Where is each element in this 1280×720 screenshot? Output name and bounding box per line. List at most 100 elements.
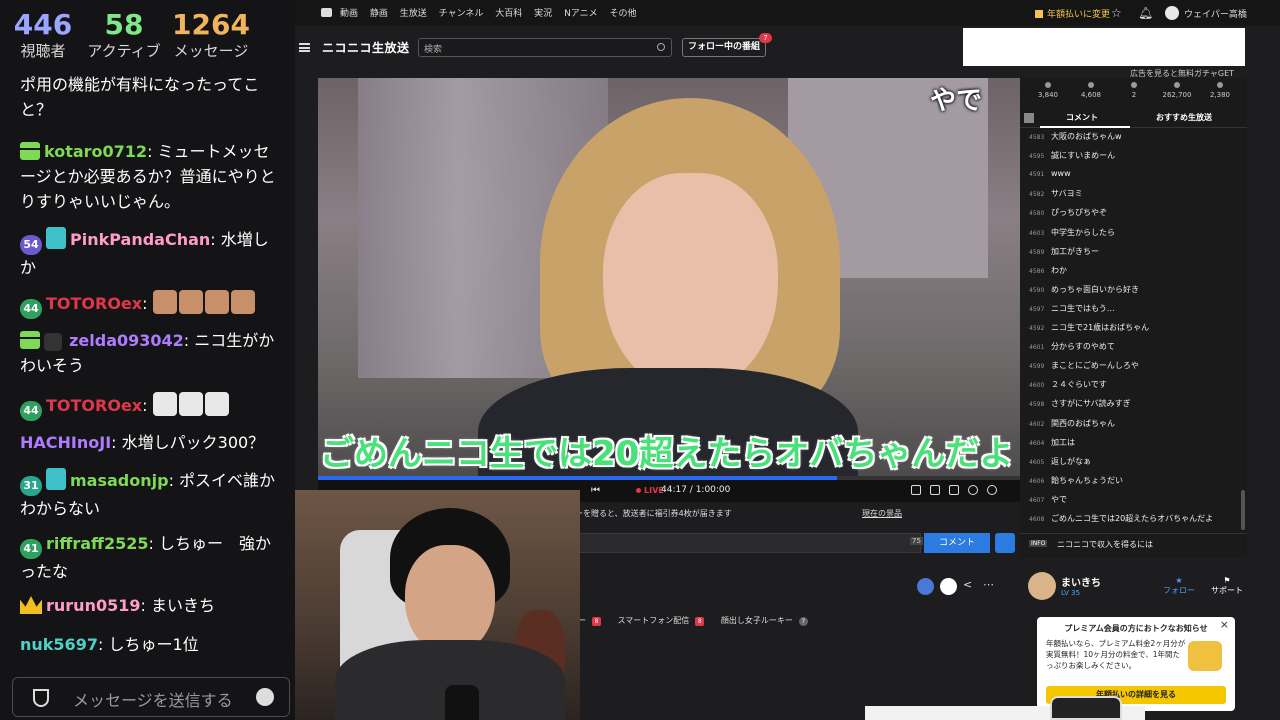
- video-player[interactable]: やで ごめんニコ生では20超えたらオバちゃんだよ: [318, 78, 1022, 476]
- comment-row[interactable]: 4600 ２４ぐらいです: [1029, 379, 1239, 398]
- streamer-name[interactable]: まいきち: [1061, 574, 1101, 589]
- comment-row[interactable]: 4580 ぴっちぴちやぞ: [1029, 207, 1239, 226]
- message-text: ポ用の機能が有料になったってこと？: [20, 75, 260, 119]
- emoji-icon[interactable]: [256, 688, 274, 706]
- message-username[interactable]: riffraff2525: [46, 534, 149, 553]
- comment-submit-button[interactable]: コメント: [924, 533, 990, 553]
- panel-icon[interactable]: [1024, 113, 1034, 123]
- webcam-overlay: [295, 490, 580, 720]
- stream-chat-overlay: 446 視聴者 58 アクティブ 1264 メッセージ ポ用の機能が有料になった…: [0, 0, 295, 720]
- comment-row[interactable]: 4589 加工がきちー: [1029, 246, 1239, 265]
- comment-row[interactable]: 4603 中学生からしたら: [1029, 227, 1239, 246]
- info-bar[interactable]: INFO ニコニコで収入を得るには: [1020, 533, 1247, 555]
- rewind-icon[interactable]: ⏮: [591, 485, 600, 496]
- comment-row[interactable]: 4598 さすがにサバ読みすぎ: [1029, 398, 1239, 417]
- tab-recommended[interactable]: おすすめ生放送: [1156, 112, 1212, 123]
- message-username[interactable]: kotaro0712: [44, 142, 147, 161]
- message-username[interactable]: TOTOROex: [46, 294, 142, 313]
- comment-number: 4598: [1029, 401, 1045, 409]
- comment-input[interactable]: [575, 533, 921, 553]
- comment-scrollbar[interactable]: [1241, 490, 1245, 530]
- bell-icon[interactable]: 🔔︎: [1138, 6, 1153, 20]
- user-avatar[interactable]: [1165, 6, 1179, 20]
- info-text[interactable]: ニコニコで収入を得るには: [1057, 539, 1153, 550]
- comment-row[interactable]: 4591 www: [1029, 169, 1239, 188]
- comment-row[interactable]: 4597 ニコ生ではもう…: [1029, 303, 1239, 322]
- hamburger-menu-icon[interactable]: [299, 43, 310, 52]
- chat-message: 54 PinkPandaChan: 水増しか: [20, 227, 278, 280]
- comment-row[interactable]: 4605 返しがなぁ: [1029, 456, 1239, 475]
- nav-item-more[interactable]: その他: [610, 9, 637, 19]
- chat-message: nuk5697: しちゅー1位: [20, 635, 199, 654]
- comment-text: 返しがなぁ: [1051, 456, 1091, 466]
- comment-row[interactable]: 4599 まことにごめーんしろや: [1029, 360, 1239, 379]
- comment-row[interactable]: 4601 分からすのやめて: [1029, 341, 1239, 360]
- message-username[interactable]: masadonjp: [70, 471, 169, 490]
- screen-mode-icon[interactable]: [930, 485, 940, 495]
- message-text: しちゅー1位: [108, 635, 199, 654]
- follow-button[interactable]: ★ フォロー: [1163, 576, 1195, 596]
- message-username[interactable]: rurun0519: [46, 596, 140, 615]
- emotion-icon[interactable]: [995, 533, 1015, 553]
- site-logo[interactable]: ニコニコ生放送: [322, 39, 410, 56]
- x-share-icon[interactable]: [940, 578, 957, 595]
- nav-item-anime[interactable]: Nアニメ: [564, 9, 598, 19]
- comment-toggle-icon[interactable]: [911, 485, 921, 495]
- close-icon[interactable]: ×: [1220, 618, 1229, 631]
- tag-item[interactable]: 顔出し女子ルーキー: [721, 615, 793, 626]
- message-username[interactable]: PinkPandaChan: [70, 230, 210, 249]
- program-tags: ー8 スマートフォン配信 8 顔出し女子ルーキー?: [578, 615, 822, 626]
- comment-row[interactable]: 4583 大阪のおばちゃんw: [1029, 131, 1239, 150]
- following-programs-button[interactable]: フォロー中の番組: [682, 38, 766, 57]
- more-icon[interactable]: ⋯: [983, 578, 1000, 595]
- stat-ads: 2,380: [1200, 82, 1240, 99]
- comment-row[interactable]: 4607 やで: [1029, 494, 1239, 513]
- comment-row[interactable]: 4586 わか: [1029, 265, 1239, 284]
- star-icon[interactable]: ☆: [1111, 6, 1122, 20]
- fullscreen-icon[interactable]: [949, 485, 959, 495]
- comment-row[interactable]: 4608 ごめんニコ生では20超えたらオバちゃんだよ: [1029, 513, 1239, 532]
- support-label: サポート: [1211, 586, 1243, 595]
- streamer-avatar[interactable]: [1028, 572, 1056, 600]
- premium-link[interactable]: 年額払いに変更: [1035, 7, 1110, 20]
- comment-row[interactable]: 4592 ニコ生で21歳はおばちゃん: [1029, 322, 1239, 341]
- nav-item-live[interactable]: 生放送: [400, 9, 427, 19]
- tag-help-icon[interactable]: ?: [798, 617, 808, 626]
- nav-item-jikkyo[interactable]: 実況: [534, 9, 552, 19]
- message-username[interactable]: nuk5697: [20, 635, 98, 654]
- bird-emote-icon: [178, 392, 203, 416]
- comment-row[interactable]: 4582 サバヨミ: [1029, 188, 1239, 207]
- ad-banner[interactable]: [963, 28, 1245, 66]
- tag-item[interactable]: スマートフォン配信: [618, 615, 690, 626]
- comment-row[interactable]: 4606 飴ちゃんちょうだい: [1029, 475, 1239, 494]
- nav-item-seiga[interactable]: 静画: [370, 9, 388, 19]
- comment-form: 75 コメント: [575, 533, 1025, 553]
- comment-row[interactable]: 4590 めっちゃ面白いから好き: [1029, 284, 1239, 303]
- comment-text: ニコ生ではもう…: [1051, 303, 1115, 313]
- comment-text: ごめんニコ生では20超えたらオバちゃんだよ: [1051, 514, 1214, 523]
- nav-item-dic[interactable]: 大百科: [495, 9, 522, 19]
- comment-row[interactable]: 4604 加工は: [1029, 437, 1239, 456]
- comment-row[interactable]: 4595 誠にすいまめーん: [1029, 150, 1239, 169]
- settings-gear-icon[interactable]: [987, 485, 997, 495]
- reload-icon[interactable]: [968, 485, 978, 495]
- comment-number: 4600: [1029, 382, 1045, 390]
- clock-icon[interactable]: [917, 578, 934, 595]
- stat-viewers: 3,840: [1028, 82, 1068, 99]
- nav-item-channel[interactable]: チャンネル: [439, 9, 484, 19]
- share-icon[interactable]: <: [963, 578, 980, 595]
- search-icon[interactable]: [657, 43, 665, 51]
- comment-row[interactable]: 4602 関西のおばちゃん: [1029, 418, 1239, 437]
- comment-number: 4586: [1029, 267, 1045, 275]
- tab-comments[interactable]: コメント: [1066, 112, 1098, 123]
- nav-item-video[interactable]: 動画: [340, 9, 358, 19]
- message-username[interactable]: HACHInoJI: [20, 433, 111, 452]
- comment-text: めっちゃ面白いから好き: [1051, 284, 1139, 294]
- chat-message-input[interactable]: メッセージを送信する: [12, 677, 290, 717]
- user-name[interactable]: ウェイパー高橋: [1184, 7, 1247, 20]
- support-button[interactable]: ⚑ サポート: [1211, 576, 1243, 596]
- search-input[interactable]: 検索: [418, 38, 672, 57]
- current-prize-link[interactable]: 現在の景品: [862, 508, 902, 519]
- message-username[interactable]: TOTOROex: [46, 396, 142, 415]
- message-username[interactable]: zelda093042: [69, 331, 184, 350]
